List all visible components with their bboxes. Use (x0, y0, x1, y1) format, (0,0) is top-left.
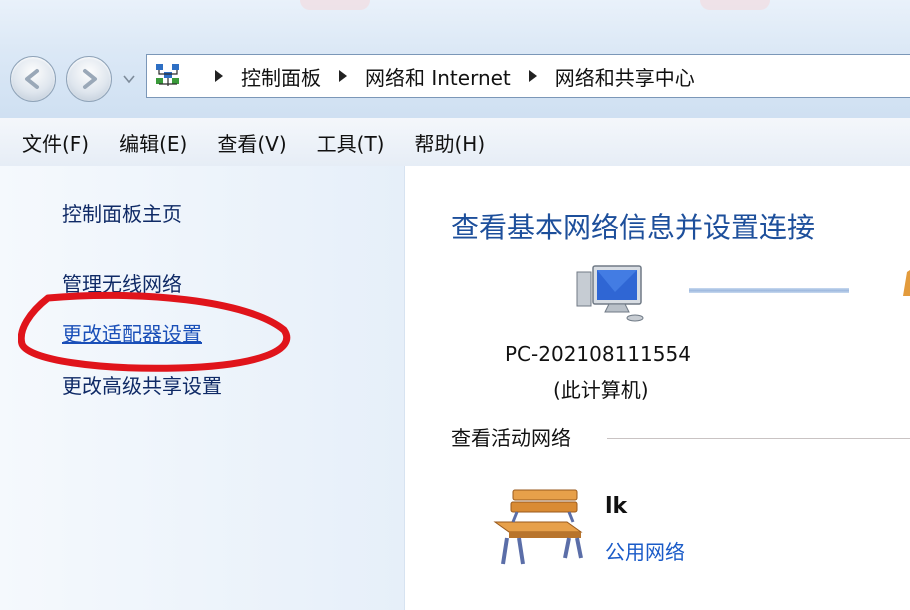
computer-subtitle: (此计算机) (553, 378, 649, 402)
menu-edit[interactable]: 编辑(E) (119, 128, 187, 157)
breadcrumb-separator[interactable] (339, 70, 347, 82)
menu-tools[interactable]: 工具(T) (317, 128, 385, 157)
page-title: 查看基本网络信息并设置连接 (451, 211, 816, 244)
menu-bar: 文件(F) 编辑(E) 查看(V) 工具(T) 帮助(H) (0, 118, 910, 167)
active-networks-heading: 查看活动网络 (451, 426, 571, 450)
back-arrow-icon (25, 69, 39, 89)
sidebar-item-control-panel-home[interactable]: 控制面板主页 (62, 198, 182, 227)
divider (607, 438, 910, 439)
menu-view[interactable]: 查看(V) (217, 128, 286, 157)
computer-monitor-icon[interactable] (575, 262, 647, 326)
breadcrumb-separator (215, 70, 223, 82)
network-type-link[interactable]: 公用网络 (605, 536, 685, 565)
window-titlebar: 控制面板 网络和 Internet 网络和共享中心 (0, 0, 910, 119)
main-content: 查看基本网络信息并设置连接 PC-202108111554 (此计算机) 查看活… (405, 166, 910, 610)
task-pane: 控制面板主页 管理无线网络 更改适配器设置 更改高级共享设置 (0, 166, 405, 610)
back-button[interactable] (10, 56, 56, 102)
annotation-red-circle (18, 291, 291, 372)
breadcrumb-separator[interactable] (528, 70, 537, 82)
menu-help[interactable]: 帮助(H) (414, 128, 485, 157)
titlebar-decoration (700, 0, 770, 10)
park-bench-icon[interactable] (489, 486, 585, 570)
forward-arrow-icon (83, 69, 97, 89)
recent-pages-button[interactable] (122, 72, 136, 86)
address-bar[interactable]: 控制面板 网络和 Internet 网络和共享中心 (146, 54, 910, 98)
breadcrumb-control-panel[interactable]: 控制面板 (241, 62, 321, 91)
network-and-sharing-center-icon (156, 64, 179, 86)
network-name: lk (605, 494, 628, 519)
titlebar-decoration (300, 0, 370, 10)
breadcrumb-network-internet[interactable]: 网络和 Internet (365, 62, 511, 91)
network-icon-partial (903, 270, 910, 296)
forward-button[interactable] (66, 56, 112, 102)
computer-name: PC-202108111554 (505, 342, 691, 366)
menu-file[interactable]: 文件(F) (22, 128, 89, 157)
connection-line (689, 288, 849, 293)
breadcrumb-network-sharing-center[interactable]: 网络和共享中心 (555, 62, 695, 91)
